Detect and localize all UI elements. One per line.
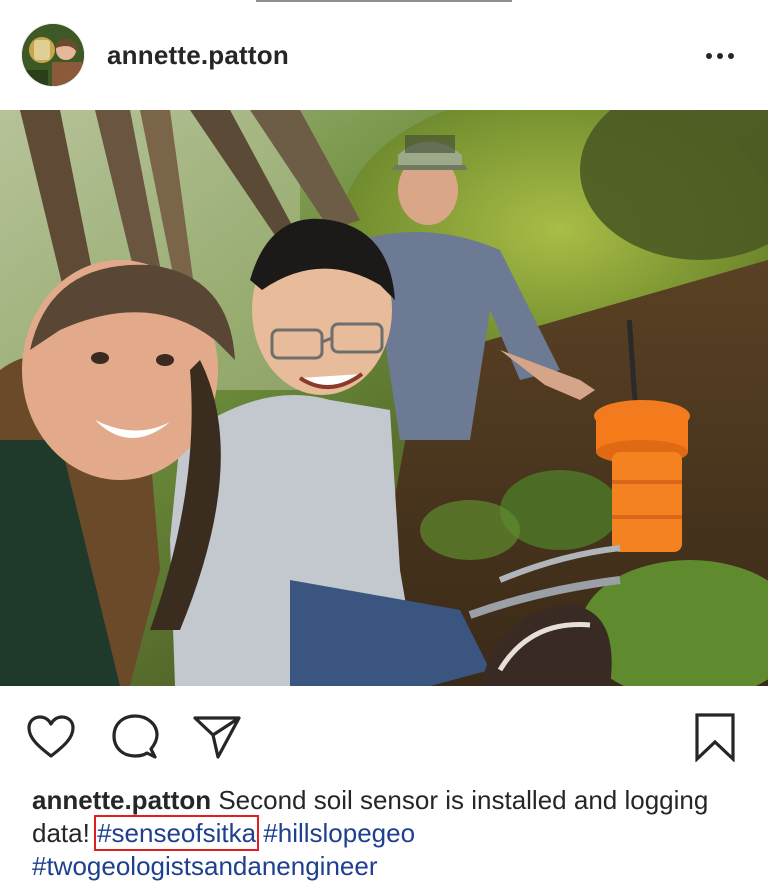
post-header: annette.patton [0,18,768,94]
save-button[interactable] [688,710,742,764]
post-action-bar [0,700,768,772]
hashtag-hillslopegeo[interactable]: #hillslopegeo [263,818,415,848]
post-caption: annette.patton Second soil sensor is ins… [32,784,732,883]
caption-username[interactable]: annette.patton [32,785,211,815]
heart-icon [27,715,75,758]
top-divider [256,0,512,2]
post-photo-image [0,110,768,686]
like-button[interactable] [24,710,78,764]
comment-icon [112,714,159,759]
more-options-icon-dot [728,53,734,59]
bookmark-icon [695,713,735,762]
more-options-button[interactable] [690,36,750,76]
post-username[interactable]: annette.patton [107,40,289,71]
comment-button[interactable] [108,710,162,764]
more-options-icon [706,53,712,59]
post-photo[interactable] [0,110,768,686]
share-button[interactable] [190,710,244,764]
hashtag-twogeologistsandanengineer[interactable]: #twogeologistsandanengineer [32,851,378,881]
hashtag-senseofsitka[interactable]: #senseofsitka [94,815,260,851]
avatar-image [22,24,84,86]
more-options-icon-dot [717,53,723,59]
avatar[interactable] [22,24,84,86]
send-icon [193,716,241,759]
